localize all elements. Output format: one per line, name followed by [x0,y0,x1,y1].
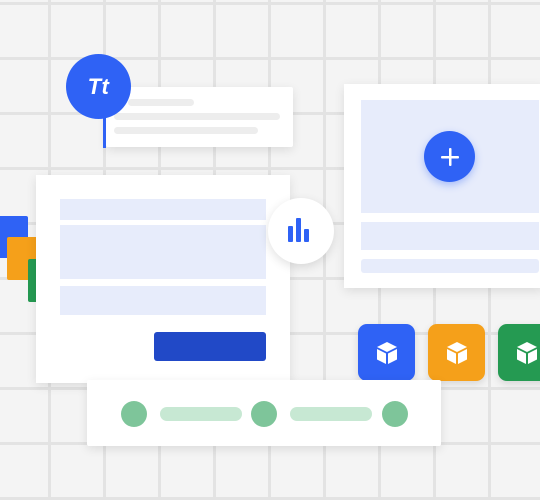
step-dot[interactable] [121,401,147,427]
add-button[interactable] [424,131,475,182]
text-line [114,127,258,134]
cube-icon [376,341,397,364]
chart-button[interactable] [268,198,334,264]
media-field [361,259,539,273]
step-connector [160,407,242,421]
cube-icon [446,341,467,364]
step-dot[interactable] [382,401,408,427]
bar-chart-icon [288,218,309,242]
text-line [128,99,194,106]
submit-button[interactable] [154,332,266,361]
form-field[interactable] [60,225,266,279]
step-connector [290,407,372,421]
step-dot[interactable] [251,401,277,427]
text-card [106,87,293,147]
component-tile-orange[interactable] [428,324,485,381]
form-field[interactable] [60,199,266,220]
component-tile-green[interactable] [498,324,540,381]
text-line [114,113,280,120]
cube-icon [516,341,537,364]
form-field[interactable] [60,286,266,315]
media-field [361,222,539,250]
text-style-icon[interactable]: Tt [66,54,131,119]
plus-icon [440,147,459,166]
component-tile-blue[interactable] [358,324,415,381]
